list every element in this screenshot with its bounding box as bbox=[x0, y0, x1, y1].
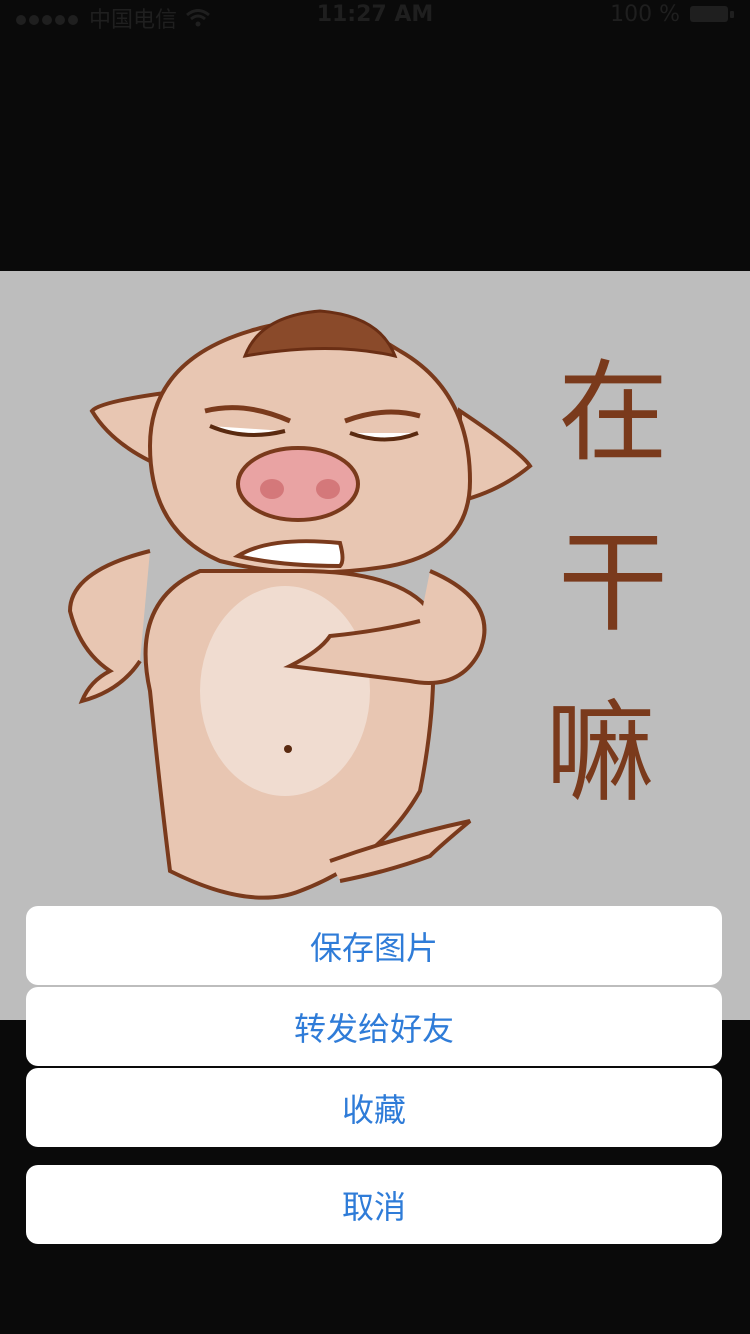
battery-percent: 100 % bbox=[610, 2, 680, 27]
status-bar: 中国电信 11:27 AM 100 % bbox=[0, 0, 750, 33]
favorite-button[interactable]: 收藏 bbox=[26, 1068, 722, 1147]
caption-char-1: 在 bbox=[558, 349, 668, 477]
caption-char-3: 嘛 bbox=[545, 689, 655, 817]
status-right: 100 % bbox=[610, 2, 734, 27]
caption-char-2: 干 bbox=[558, 519, 668, 647]
save-image-button[interactable]: 保存图片 bbox=[26, 906, 722, 985]
cancel-button[interactable]: 取消 bbox=[26, 1165, 722, 1244]
forward-to-friend-button[interactable]: 转发给好友 bbox=[26, 987, 722, 1066]
battery-icon bbox=[690, 5, 734, 24]
